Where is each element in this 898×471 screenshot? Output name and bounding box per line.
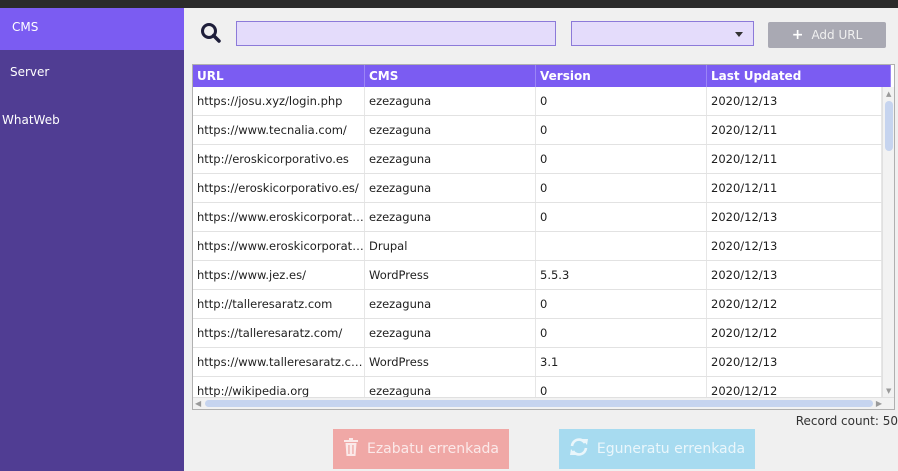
plus-icon: +	[791, 27, 804, 43]
cell-cms: ezezaguna	[365, 319, 536, 347]
cell-last-updated: 2020/12/13	[707, 203, 882, 231]
table-row[interactable]: https://www.talleresaratz.com/ WordPress…	[193, 348, 882, 377]
sidebar: CMS Server WhatWeb	[0, 8, 184, 471]
delete-row-button[interactable]: Ezabatu errenkada	[333, 429, 509, 469]
table-row[interactable]: https://www.eroskicorporativo... Drupal …	[193, 232, 882, 261]
sidebar-item-server[interactable]: Server	[0, 53, 184, 95]
column-header-version[interactable]: Version	[536, 65, 707, 87]
cell-cms: Drupal	[365, 232, 536, 260]
cell-url: https://josu.xyz/login.php	[193, 87, 365, 115]
table-row[interactable]: https://www.eroskicorporativo... ezezagu…	[193, 203, 882, 232]
trash-icon	[343, 438, 359, 460]
table-row[interactable]: http://talleresaratz.com ezezaguna 0 202…	[193, 290, 882, 319]
cell-cms: ezezaguna	[365, 174, 536, 202]
cell-last-updated: 2020/12/12	[707, 319, 882, 347]
cell-version: 3.1	[536, 348, 707, 376]
cell-url: https://www.jez.es/	[193, 261, 365, 289]
scroll-down-icon[interactable]: ▼	[886, 387, 891, 395]
cms-filter-select[interactable]	[571, 21, 754, 46]
cell-cms: ezezaguna	[365, 87, 536, 115]
add-url-label: Add URL	[811, 28, 863, 42]
cell-url: https://www.eroskicorporativo...	[193, 203, 365, 231]
cell-version: 0	[536, 319, 707, 347]
cell-cms: ezezaguna	[365, 290, 536, 318]
cell-last-updated: 2020/12/11	[707, 145, 882, 173]
cell-version: 0	[536, 87, 707, 115]
table-row[interactable]: https://josu.xyz/login.php ezezaguna 0 2…	[193, 87, 882, 116]
column-header-cms[interactable]: CMS	[365, 65, 536, 87]
scroll-right-icon[interactable]: ▶	[876, 399, 882, 408]
cell-url: https://talleresaratz.com/	[193, 319, 365, 347]
cell-cms: WordPress	[365, 348, 536, 376]
cell-version: 0	[536, 145, 707, 173]
vertical-scroll-thumb[interactable]	[885, 101, 893, 151]
search-icon	[200, 22, 222, 44]
cell-last-updated: 2020/12/13	[707, 232, 882, 260]
column-header-last-updated[interactable]: Last Updated	[707, 65, 891, 87]
cell-last-updated: 2020/12/13	[707, 261, 882, 289]
cell-url: http://eroskicorporativo.es	[193, 145, 365, 173]
horizontal-scroll-thumb[interactable]	[205, 400, 873, 407]
cell-cms: ezezaguna	[365, 116, 536, 144]
cell-url: http://talleresaratz.com	[193, 290, 365, 318]
cell-version	[536, 232, 707, 260]
sidebar-item-label: WhatWeb	[2, 113, 60, 127]
main-panel: + Add URL URL CMS Version Last Updated h…	[184, 8, 898, 471]
column-header-url[interactable]: URL	[193, 65, 365, 87]
cell-last-updated: 2020/12/13	[707, 87, 882, 115]
cell-version: 0	[536, 290, 707, 318]
cell-version: 0	[536, 203, 707, 231]
cell-url: https://www.tecnalia.com/	[193, 116, 365, 144]
add-url-button[interactable]: + Add URL	[768, 22, 886, 48]
refresh-row-label: Eguneratu errenkada	[596, 441, 746, 457]
record-count: Record count: 50	[795, 414, 898, 428]
cell-last-updated: 2020/12/11	[707, 116, 882, 144]
table-header: URL CMS Version Last Updated	[193, 65, 891, 87]
sidebar-item-label: Server	[10, 65, 50, 79]
cell-cms: ezezaguna	[365, 203, 536, 231]
table-row[interactable]: https://talleresaratz.com/ ezezaguna 0 2…	[193, 319, 882, 348]
cell-url: https://eroskicorporativo.es/	[193, 174, 365, 202]
scroll-up-icon[interactable]: ▲	[886, 90, 891, 98]
cell-version: 5.5.3	[536, 261, 707, 289]
cell-url: https://www.eroskicorporativo...	[193, 232, 365, 260]
scroll-left-icon[interactable]: ◀	[195, 399, 201, 408]
horizontal-scrollbar[interactable]: ◀ ▶	[193, 397, 894, 409]
results-table: URL CMS Version Last Updated https://jos…	[192, 64, 895, 410]
cell-url: https://www.talleresaratz.com/	[193, 348, 365, 376]
chevron-down-icon	[735, 32, 743, 37]
cell-last-updated: 2020/12/11	[707, 174, 882, 202]
sidebar-item-whatweb[interactable]: WhatWeb	[0, 101, 184, 143]
sidebar-item-cms[interactable]: CMS	[0, 8, 184, 50]
delete-row-label: Ezabatu errenkada	[366, 441, 499, 457]
cell-cms: ezezaguna	[365, 145, 536, 173]
table-body: https://josu.xyz/login.php ezezaguna 0 2…	[193, 87, 882, 406]
cell-last-updated: 2020/12/13	[707, 348, 882, 376]
search-input[interactable]	[236, 21, 556, 46]
cell-last-updated: 2020/12/12	[707, 290, 882, 318]
cell-version: 0	[536, 116, 707, 144]
table-row[interactable]: https://www.tecnalia.com/ ezezaguna 0 20…	[193, 116, 882, 145]
table-row[interactable]: https://www.jez.es/ WordPress 5.5.3 2020…	[193, 261, 882, 290]
table-row[interactable]: https://eroskicorporativo.es/ ezezaguna …	[193, 174, 882, 203]
table-row[interactable]: http://eroskicorporativo.es ezezaguna 0 …	[193, 145, 882, 174]
refresh-icon	[569, 438, 589, 460]
vertical-scrollbar[interactable]: ▲ ▼	[882, 87, 894, 397]
sidebar-item-label: CMS	[12, 20, 39, 34]
cell-version: 0	[536, 174, 707, 202]
cell-cms: WordPress	[365, 261, 536, 289]
refresh-row-button[interactable]: Eguneratu errenkada	[559, 429, 755, 469]
title-bar	[0, 0, 898, 8]
